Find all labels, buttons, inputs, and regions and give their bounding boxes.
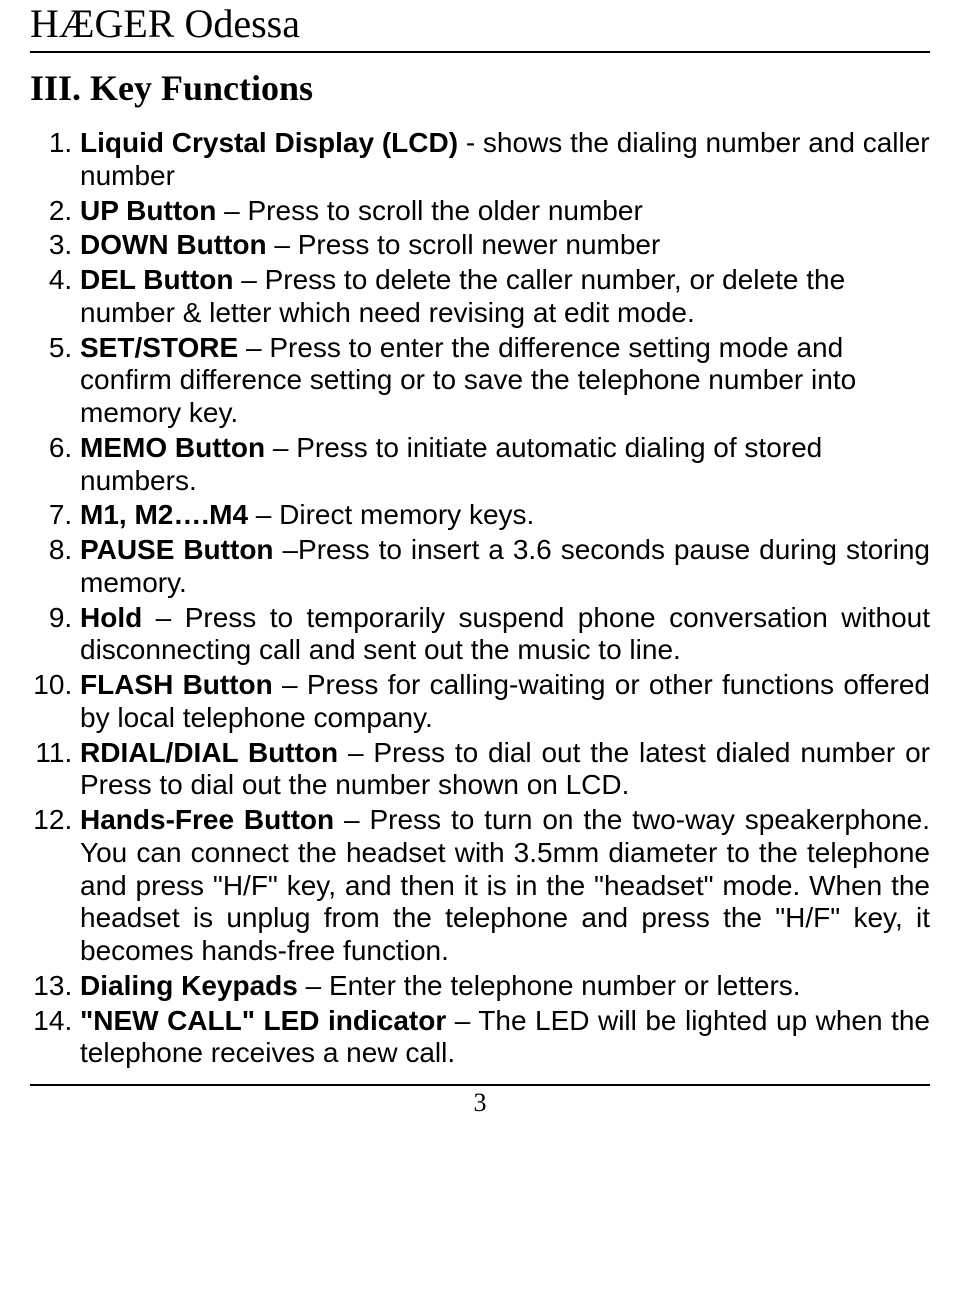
list-item: PAUSE Button –Press to insert a 3.6 seco… (80, 534, 930, 600)
section-heading: III. Key Functions (30, 67, 930, 109)
item-label: M1, M2….M4 (80, 499, 248, 530)
item-desc: – Press to temporarily suspend phone con… (80, 602, 930, 666)
item-desc: – Press to scroll newer number (267, 229, 661, 260)
list-item: "NEW CALL" LED indicator – The LED will … (80, 1005, 930, 1071)
list-item: FLASH Button – Press for calling-waiting… (80, 669, 930, 735)
key-functions-list: Liquid Crystal Display (LCD) - shows the… (30, 127, 930, 1070)
list-item: UP Button – Press to scroll the older nu… (80, 195, 930, 228)
list-item: DOWN Button – Press to scroll newer numb… (80, 229, 930, 262)
item-desc: – Enter the telephone number or letters. (298, 970, 801, 1001)
list-item: MEMO Button – Press to initiate automati… (80, 432, 930, 498)
item-label: UP Button (80, 195, 216, 226)
item-desc: – Press to scroll the older number (216, 195, 642, 226)
item-desc: – Direct memory keys. (248, 499, 534, 530)
item-label: "NEW CALL" LED indicator (80, 1005, 446, 1036)
top-divider (30, 51, 930, 53)
page-number: 3 (30, 1088, 930, 1118)
item-label: PAUSE Button (80, 534, 274, 565)
item-label: DOWN Button (80, 229, 267, 260)
item-label: Hands-Free Button (80, 804, 334, 835)
list-item: Hands-Free Button – Press to turn on the… (80, 804, 930, 968)
list-item: RDIAL/DIAL Button – Press to dial out th… (80, 737, 930, 803)
item-label: Dialing Keypads (80, 970, 298, 1001)
document-page: HÆGER Odessa III. Key Functions Liquid C… (0, 0, 960, 1118)
list-item: SET/STORE – Press to enter the differenc… (80, 332, 930, 430)
list-item: M1, M2….M4 – Direct memory keys. (80, 499, 930, 532)
item-label: DEL Button (80, 264, 233, 295)
item-label: RDIAL/DIAL Button (80, 737, 338, 768)
list-item: Hold – Press to temporarily suspend phon… (80, 602, 930, 668)
item-label: FLASH Button (80, 669, 273, 700)
bottom-divider (30, 1084, 930, 1086)
item-label: MEMO Button (80, 432, 265, 463)
item-label: Liquid Crystal Display (LCD) (80, 127, 458, 158)
item-label: Hold (80, 602, 142, 633)
list-item: Liquid Crystal Display (LCD) - shows the… (80, 127, 930, 193)
list-item: Dialing Keypads – Enter the telephone nu… (80, 970, 930, 1003)
list-item: DEL Button – Press to delete the caller … (80, 264, 930, 330)
page-title: HÆGER Odessa (30, 0, 930, 47)
item-label: SET/STORE (80, 332, 238, 363)
